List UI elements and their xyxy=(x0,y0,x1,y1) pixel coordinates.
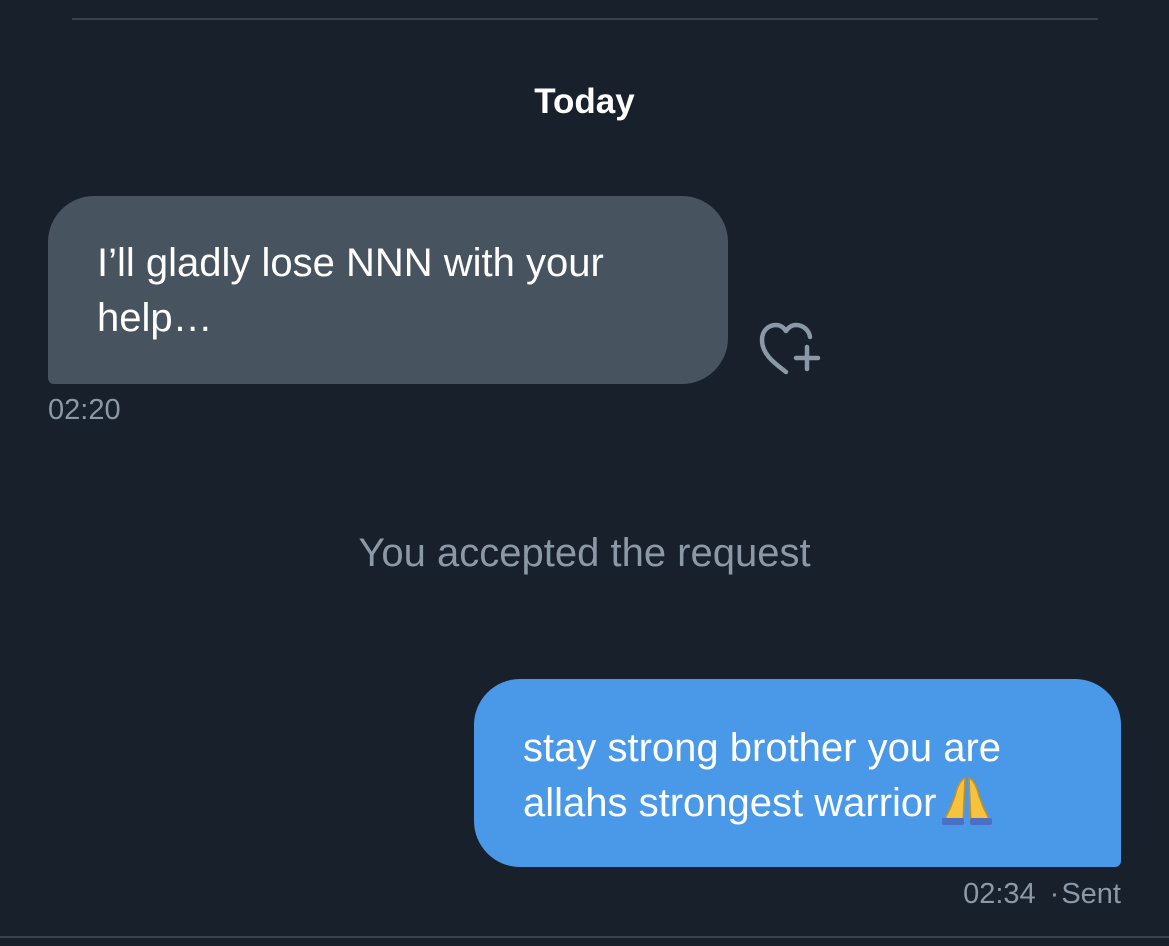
date-header: Today xyxy=(534,82,635,121)
sent-message-meta: 02:34 ·Sent xyxy=(963,875,1121,913)
sent-status: Sent xyxy=(1061,878,1121,910)
sent-message-bubble[interactable]: stay strong brother you are allahs stron… xyxy=(474,679,1121,867)
top-divider xyxy=(72,18,1098,20)
received-message-text: I’ll gladly lose NNN with your help… xyxy=(97,241,604,340)
received-message-time: 02:20 xyxy=(48,394,121,426)
add-reaction-button[interactable] xyxy=(756,320,824,378)
request-accepted-note: You accepted the request xyxy=(358,531,811,575)
bottom-divider xyxy=(0,936,1169,938)
sent-message-time: 02:34 xyxy=(963,878,1036,910)
sent-message-text: stay strong brother you are allahs stron… xyxy=(523,726,1002,825)
heart-plus-icon xyxy=(759,322,821,375)
meta-separator: · xyxy=(1049,878,1060,910)
received-message-bubble[interactable]: I’ll gladly lose NNN with your help… xyxy=(48,196,728,384)
folded-hands-emoji xyxy=(939,776,995,826)
